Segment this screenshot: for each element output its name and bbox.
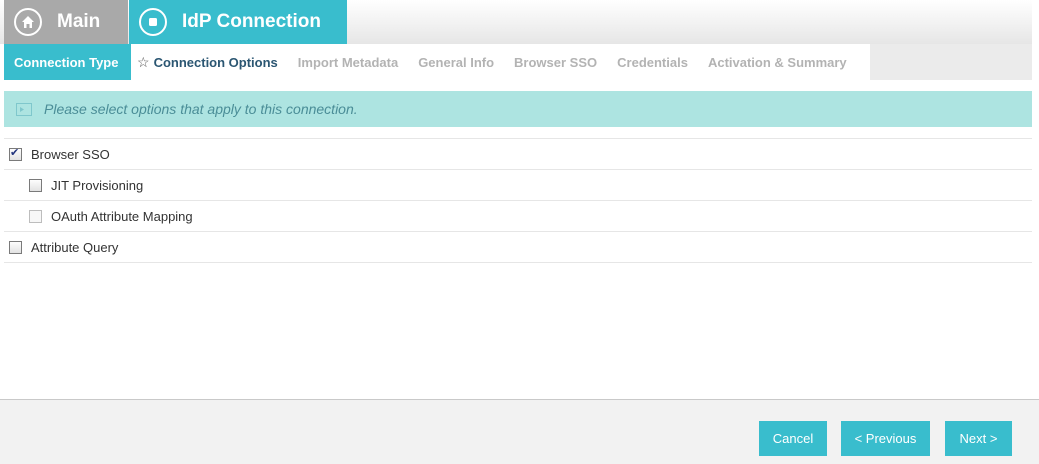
tab-connection-options[interactable]: ☆ Connection Options: [131, 44, 288, 80]
tab-connection-type[interactable]: Connection Type: [4, 44, 131, 80]
tab-credentials-label: Credentials: [617, 54, 688, 70]
tab-browser-sso-label: Browser SSO: [514, 54, 598, 70]
tab-import-metadata-label: Import Metadata: [297, 54, 399, 70]
option-oauth-attribute-mapping: OAuth Attribute Mapping: [4, 201, 1032, 232]
jit-provisioning-label: JIT Provisioning: [51, 177, 144, 193]
tab-import-metadata: Import Metadata: [288, 44, 408, 80]
tab-credentials: Credentials: [607, 44, 698, 80]
footer-bar: Cancel < Previous Next >: [0, 399, 1039, 464]
attribute-query-checkbox[interactable]: [9, 240, 22, 254]
connection-options-list: Browser SSO JIT Provisioning OAuth Attri…: [4, 138, 1032, 263]
tab-general-info-label: General Info: [418, 54, 495, 70]
tab-general-info: General Info: [408, 44, 504, 80]
tab-activation-summary: Activation & Summary: [698, 44, 857, 80]
wizard-steps: Connection Type ☆ Connection Options Imp…: [4, 44, 870, 80]
wizard-steps-filler: [870, 44, 1032, 80]
jit-provisioning-checkbox[interactable]: [29, 178, 42, 192]
tab-browser-sso: Browser SSO: [504, 44, 607, 80]
oauth-attribute-mapping-checkbox: [29, 209, 42, 223]
info-message: Please select options that apply to this…: [4, 91, 1032, 127]
info-panel-icon: [16, 102, 32, 116]
attribute-query-label: Attribute Query: [31, 239, 119, 255]
main-nav-label: Main: [57, 11, 101, 32]
tab-connection-type-label: Connection Type: [14, 54, 119, 70]
star-icon: ☆: [137, 53, 150, 70]
option-jit-provisioning: JIT Provisioning: [4, 170, 1032, 201]
browser-sso-label: Browser SSO: [31, 146, 110, 162]
page-title: IdP Connection: [182, 11, 321, 32]
main-nav-tab[interactable]: Main: [4, 0, 128, 44]
home-icon: [14, 8, 42, 36]
idp-connection-tab: IdP Connection: [129, 0, 347, 44]
next-button[interactable]: Next >: [945, 421, 1012, 456]
previous-button[interactable]: < Previous: [841, 421, 930, 456]
stop-icon: [139, 8, 167, 36]
tab-activation-summary-label: Activation & Summary: [707, 54, 847, 70]
browser-sso-checkbox[interactable]: [9, 146, 22, 161]
cancel-button[interactable]: Cancel: [759, 421, 827, 456]
option-attribute-query: Attribute Query: [4, 232, 1032, 263]
oauth-attribute-mapping-label: OAuth Attribute Mapping: [51, 208, 193, 224]
option-browser-sso: Browser SSO: [4, 139, 1032, 170]
tab-connection-options-label: Connection Options: [153, 54, 278, 70]
info-message-text: Please select options that apply to this…: [44, 101, 358, 117]
